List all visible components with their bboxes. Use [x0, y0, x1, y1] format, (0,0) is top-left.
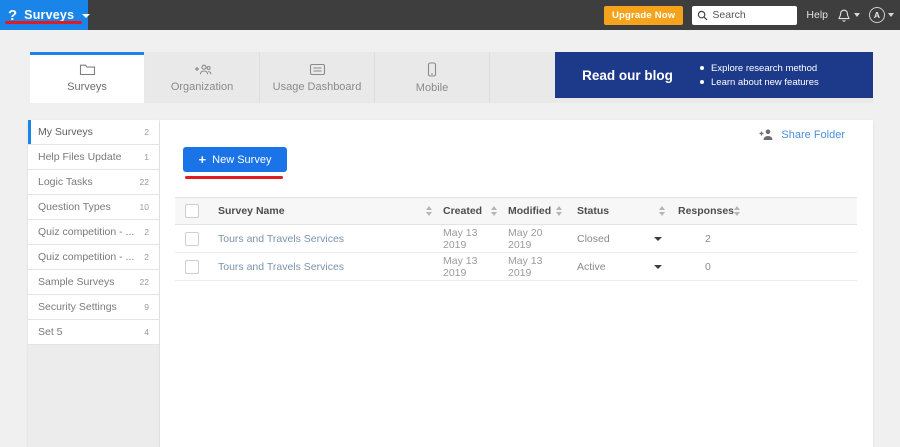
row-checkbox[interactable] — [185, 260, 199, 274]
sort-icon[interactable] — [659, 206, 666, 216]
folder-count: 10 — [140, 202, 149, 212]
sidebar-item-quiz-competition-1[interactable]: Quiz competition - ... 2 — [28, 220, 159, 245]
status-dropdown-icon[interactable] — [654, 237, 662, 241]
blog-bullet: Explore research method — [700, 63, 819, 74]
header-responses[interactable]: Responses — [670, 198, 725, 224]
bell-icon — [837, 8, 851, 23]
dashboard-icon — [309, 63, 326, 76]
blog-banner[interactable]: Read our blog Explore research method Le… — [555, 52, 873, 98]
mobile-icon — [427, 62, 437, 77]
survey-name-link[interactable]: Tours and Travels Services — [218, 233, 344, 245]
status-dropdown-icon[interactable] — [654, 265, 662, 269]
status-value: Closed — [577, 233, 610, 245]
tab-surveys[interactable]: Surveys — [30, 52, 145, 103]
folders-sidebar: My Surveys 2 Help Files Update 1 Logic T… — [28, 120, 159, 447]
responses-count: 2 — [678, 233, 711, 245]
sidebar-item-sample-surveys[interactable]: Sample Surveys 22 — [28, 270, 159, 295]
notifications-menu[interactable] — [837, 8, 860, 23]
plus-icon: + — [199, 153, 207, 166]
folder-count: 1 — [144, 152, 149, 162]
sidebar-item-question-types[interactable]: Question Types 10 — [28, 195, 159, 220]
folder-count: 2 — [144, 127, 149, 137]
nav-title: Surveys — [24, 8, 74, 22]
sidebar-item-set-5[interactable]: Set 5 4 — [28, 320, 159, 345]
new-survey-label: New Survey — [212, 154, 271, 166]
status-value: Active — [577, 261, 606, 273]
upgrade-now-button[interactable]: Upgrade Now — [604, 6, 683, 25]
sidebar-item-logic-tasks[interactable]: Logic Tasks 22 — [28, 170, 159, 195]
table-row: Tours and Travels Services May 13 2019 M… — [175, 225, 857, 253]
tab-organization[interactable]: Organization — [145, 52, 260, 103]
surveys-table: Survey Name Created Modified Status Resp… — [175, 197, 857, 281]
table-header-row: Survey Name Created Modified Status Resp… — [175, 197, 857, 225]
header-modified[interactable]: Modified — [502, 198, 567, 224]
tab-mobile[interactable]: Mobile — [375, 52, 490, 103]
header-created[interactable]: Created — [437, 198, 502, 224]
account-menu[interactable]: A — [869, 7, 894, 23]
table-row: Tours and Travels Services May 13 2019 M… — [175, 253, 857, 281]
folder-count: 2 — [144, 252, 149, 262]
nav-right-cluster: Upgrade Now Help A — [604, 0, 894, 30]
avatar: A — [869, 7, 885, 23]
folder-count: 22 — [140, 277, 149, 287]
survey-name-link[interactable]: Tours and Travels Services — [218, 261, 344, 273]
sidebar-item-my-surveys[interactable]: My Surveys 2 — [28, 120, 159, 145]
top-navbar: ? Surveys Upgrade Now Help A — [0, 0, 900, 30]
created-date: May 13 2019 — [443, 227, 502, 251]
search-input[interactable] — [712, 9, 792, 21]
folder-count: 9 — [144, 302, 149, 312]
header-survey-name[interactable]: Survey Name — [210, 198, 437, 224]
annotation-underline-button — [185, 176, 283, 179]
blog-banner-title: Read our blog — [555, 68, 700, 83]
share-folder-link[interactable]: Share Folder — [758, 128, 845, 141]
search-icon — [697, 10, 708, 21]
annotation-underline-nav — [5, 21, 82, 24]
header-status[interactable]: Status — [567, 198, 670, 224]
chevron-down-icon — [888, 13, 894, 17]
chevron-down-icon — [82, 14, 90, 18]
add-people-icon — [193, 63, 212, 76]
folder-icon — [79, 63, 96, 76]
section-tabbar: Surveys Organization Usage Dashboard Mob… — [30, 52, 873, 103]
blog-banner-bullets: Explore research method Learn about new … — [700, 60, 819, 91]
tab-usage-dashboard[interactable]: Usage Dashboard — [260, 52, 375, 103]
folder-count: 22 — [140, 177, 149, 187]
select-all-checkbox[interactable] — [185, 204, 199, 218]
share-person-icon — [758, 128, 775, 141]
app-switcher[interactable]: ? Surveys — [0, 0, 88, 30]
blog-bullet: Learn about new features — [700, 77, 819, 88]
modified-date: May 20 2019 — [508, 227, 567, 251]
sidebar-item-quiz-competition-2[interactable]: Quiz competition - ... 2 — [28, 245, 159, 270]
folder-count: 2 — [144, 227, 149, 237]
created-date: May 13 2019 — [443, 255, 502, 279]
modified-date: May 13 2019 — [508, 255, 567, 279]
new-survey-button[interactable]: + New Survey — [183, 147, 287, 172]
sort-icon[interactable] — [426, 206, 433, 216]
sidebar-item-security-settings[interactable]: Security Settings 9 — [28, 295, 159, 320]
sort-icon[interactable] — [491, 206, 498, 216]
sidebar-item-help-files-update[interactable]: Help Files Update 1 — [28, 145, 159, 170]
search-box[interactable] — [692, 6, 797, 25]
help-link[interactable]: Help — [806, 9, 828, 21]
main-panel: + New Survey Share Folder Survey Name Cr… — [160, 120, 873, 447]
sort-icon[interactable] — [556, 206, 563, 216]
responses-count: 0 — [678, 261, 711, 273]
row-checkbox[interactable] — [185, 232, 199, 246]
folder-count: 4 — [144, 327, 149, 337]
header-checkbox-cell — [175, 198, 210, 224]
tabbar-spacer — [490, 52, 555, 103]
chevron-down-icon — [854, 13, 860, 17]
